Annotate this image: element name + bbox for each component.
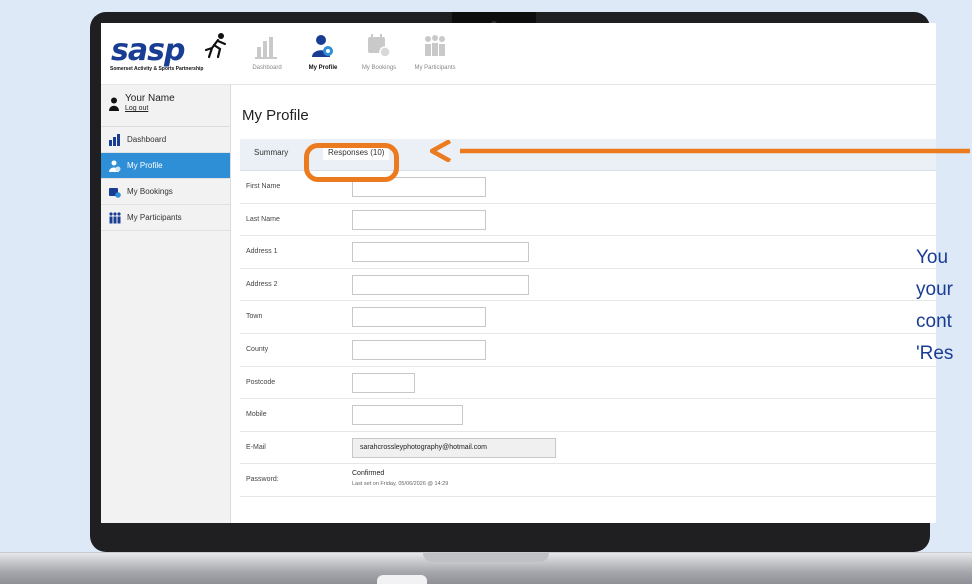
sidebar-item-label: Dashboard	[127, 135, 167, 144]
town-field[interactable]	[352, 307, 486, 328]
instruction-line: 'Res	[916, 343, 954, 364]
mobile-label: Mobile	[246, 411, 267, 419]
top-nav: Dashboard My Profile My Bookings My Part…	[239, 27, 463, 81]
sidebar-item-dashboard[interactable]: Dashboard	[101, 127, 230, 153]
user-icon	[109, 97, 119, 111]
last-name-field[interactable]	[352, 209, 486, 230]
left-arrow-icon	[430, 140, 970, 162]
responses-tab-highlight	[304, 143, 399, 182]
logout-link[interactable]: Log out	[125, 105, 230, 112]
instruction-line: your	[916, 279, 953, 300]
instruction-line: cont	[916, 311, 952, 332]
county-field[interactable]	[352, 339, 486, 360]
county-label: County	[246, 345, 269, 353]
form-row-address-2: Address 2	[240, 269, 936, 302]
laptop-screen: sasp Somerset Activity & Sports Partners…	[101, 23, 936, 523]
first-name-label: First Name	[246, 183, 281, 190]
mobile-field[interactable]	[352, 405, 463, 426]
sasp-logo[interactable]: sasp Somerset Activity & Sports Partners…	[107, 29, 231, 79]
laptop-foot	[377, 575, 427, 584]
profile-form: First Name Last Name Address 1 Address 2…	[240, 171, 936, 497]
calendar-icon	[368, 34, 391, 58]
address-2-field[interactable]	[352, 274, 529, 295]
user-box: Your Name Log out	[101, 85, 230, 127]
group-icon	[425, 35, 445, 56]
sidebar-item-my-participants[interactable]: My Participants	[101, 205, 230, 231]
calendar-icon	[109, 188, 121, 198]
form-row-password: Password: Confirmed Last set on Friday, …	[240, 464, 936, 497]
tab-summary[interactable]: Summary	[254, 148, 288, 157]
sidebar-item-label: My Participants	[127, 213, 182, 222]
bar-chart-icon	[255, 37, 277, 59]
instruction-line: You	[916, 247, 949, 268]
email-field: sarahcrossleyphotography@hotmail.com	[352, 437, 556, 458]
sidebar-item-my-profile[interactable]: My Profile	[101, 153, 230, 179]
runner-icon	[204, 33, 227, 59]
nav-my-participants[interactable]: My Participants	[407, 27, 463, 81]
password-status: Confirmed	[352, 470, 385, 478]
form-row-email: E-Mail sarahcrossleyphotography@hotmail.…	[240, 432, 936, 465]
postcode-field[interactable]	[352, 372, 415, 393]
sidebar-item-label: My Profile	[127, 161, 163, 170]
form-row-town: Town	[240, 301, 936, 334]
logo-subtitle: Somerset Activity & Sports Partnership	[110, 66, 204, 72]
logo-wordmark: sasp	[111, 33, 185, 68]
sidebar: Your Name Log out Dashboard My Profile M…	[101, 85, 231, 523]
address-2-label: Address 2	[246, 280, 278, 288]
form-row-mobile: Mobile	[240, 399, 936, 432]
form-row-last-name: Last Name	[240, 204, 936, 237]
nav-my-participants-label: My Participants	[414, 65, 456, 71]
sidebar-item-my-bookings[interactable]: My Bookings	[101, 179, 230, 205]
instruction-text: You your cont 'Res	[916, 242, 953, 370]
form-row-postcode: Postcode	[240, 367, 936, 400]
base-notch	[423, 553, 549, 562]
postcode-label: Postcode	[246, 378, 276, 386]
password-last-set: Last set on Friday, 05/06/2026 @ 14:29	[352, 481, 449, 488]
laptop-base	[0, 552, 972, 584]
town-label: Town	[246, 313, 263, 321]
nav-my-bookings-label: My Bookings	[361, 65, 397, 71]
nav-my-bookings[interactable]: My Bookings	[351, 27, 407, 81]
sidebar-item-label: My Bookings	[127, 187, 173, 196]
password-label: Password:	[246, 476, 279, 484]
address-1-label: Address 1	[246, 248, 278, 256]
nav-my-profile-label: My Profile	[308, 65, 338, 71]
address-1-field[interactable]	[352, 242, 529, 263]
page-title: My Profile	[242, 107, 309, 124]
user-name: Your Name	[125, 93, 175, 104]
nav-dashboard[interactable]: Dashboard	[239, 27, 295, 81]
bar-chart-icon	[109, 134, 120, 146]
nav-dashboard-label: Dashboard	[252, 65, 282, 71]
email-label: E-Mail	[246, 443, 266, 451]
user-gear-icon	[109, 160, 121, 172]
form-row-address-1: Address 1	[240, 236, 936, 269]
user-gear-icon	[312, 35, 333, 57]
group-icon	[109, 212, 121, 224]
top-header: sasp Somerset Activity & Sports Partners…	[101, 23, 936, 85]
nav-my-profile[interactable]: My Profile	[295, 27, 351, 81]
last-name-label: Last Name	[246, 215, 280, 223]
form-row-county: County	[240, 334, 936, 367]
